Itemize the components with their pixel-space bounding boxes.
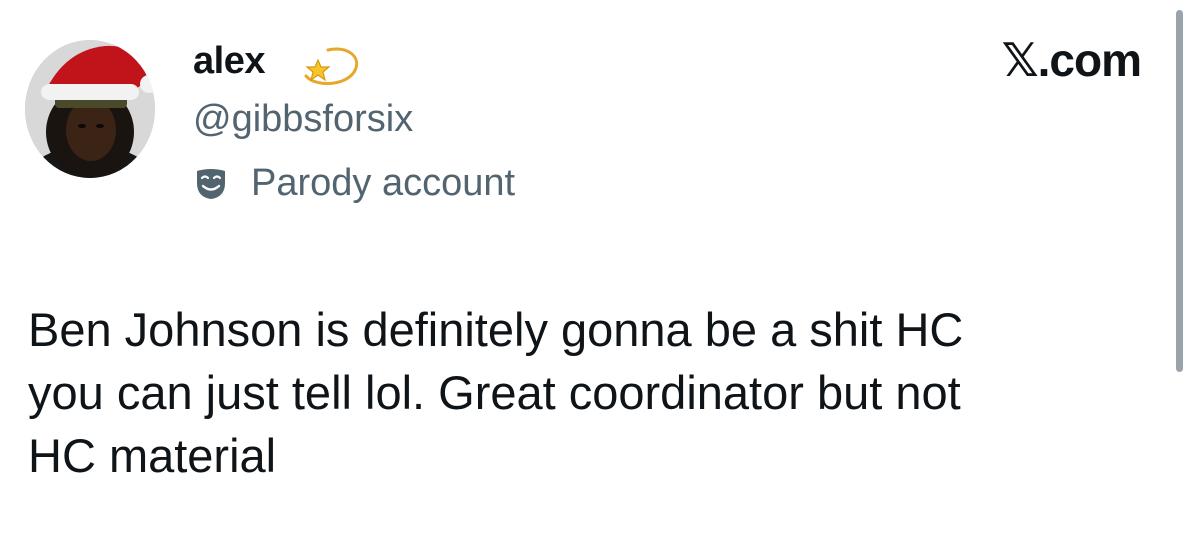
avatar-image [25,40,155,178]
theater-masks-icon [197,169,225,199]
display-name[interactable]: alex [193,38,265,84]
dizzy-star-icon [304,47,359,86]
scrollbar[interactable] [1176,10,1183,372]
parody-label: Parody account [193,160,515,206]
author-handle[interactable]: @gibbsforsix [193,96,413,142]
brand-watermark: 𝕏.com [1001,34,1142,86]
avatar[interactable] [25,40,155,178]
tweet-text: Ben Johnson is definitely gonna be a shi… [28,303,964,482]
parody-label-text: Parody account [251,162,516,204]
